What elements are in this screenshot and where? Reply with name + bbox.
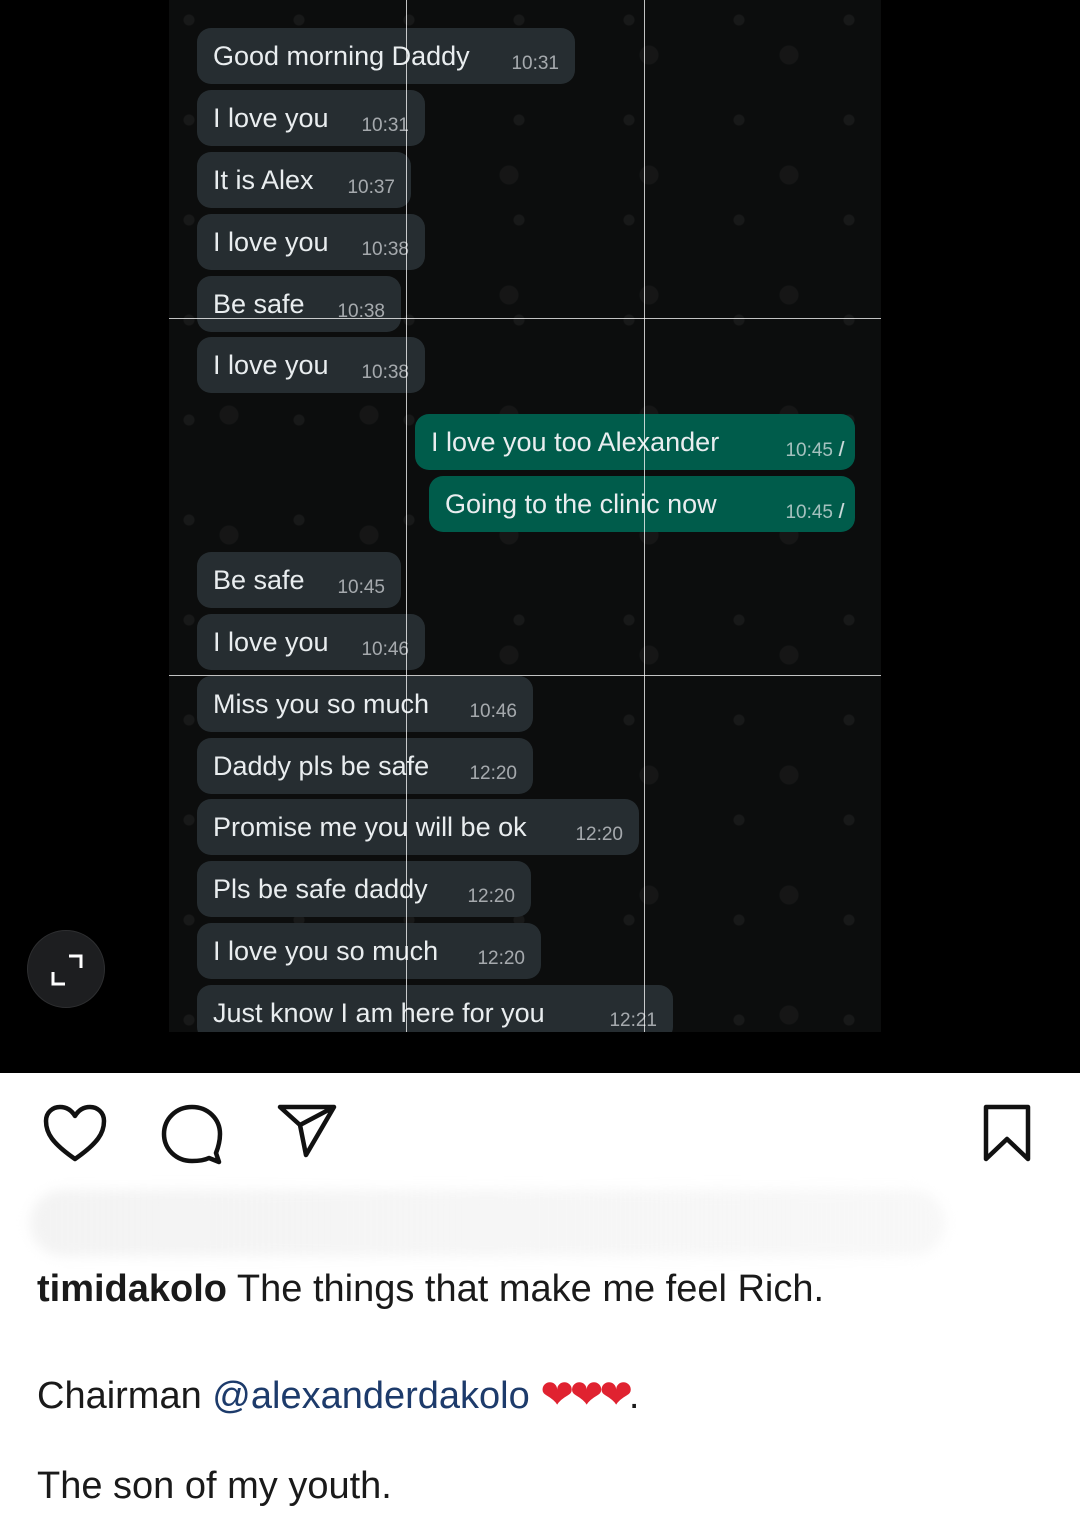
incoming-message[interactable]: Good morning Daddy 10:31 xyxy=(197,28,575,84)
message-time: 10:45// xyxy=(785,439,845,461)
message-text: Going to the clinic now xyxy=(445,489,717,519)
comment-icon[interactable] xyxy=(160,1103,224,1167)
message-text: I love you xyxy=(213,350,329,380)
message-text: I love you xyxy=(213,627,329,657)
message-time: 12:20 xyxy=(575,824,623,845)
expand-icon xyxy=(51,954,83,986)
grid-line xyxy=(169,318,881,319)
message-time: 10:38 xyxy=(337,301,385,322)
message-text: I love you xyxy=(213,103,329,133)
message-time: 10:45 xyxy=(337,577,385,598)
incoming-message[interactable]: Be safe 10:38 xyxy=(197,276,401,332)
expand-button[interactable] xyxy=(27,930,105,1008)
outgoing-message[interactable]: I love you too Alexander 10:45// xyxy=(415,414,855,470)
message-text: I love you xyxy=(213,227,329,257)
message-time: 10:31 xyxy=(511,53,559,74)
incoming-message[interactable]: Just know I am here for you 12:21 xyxy=(197,985,673,1032)
message-time: 12:20 xyxy=(469,763,517,784)
chat-screenshot: Good morning Daddy 10:31 I love you 10:31 It… xyxy=(169,0,881,1032)
message-text: It is Alex xyxy=(213,165,314,195)
message-time: 12:20 xyxy=(467,886,515,907)
incoming-message[interactable]: I love you 10:38 xyxy=(197,337,425,393)
caption-mention-link[interactable]: @alexanderdakolo xyxy=(212,1375,529,1417)
incoming-message[interactable]: Pls be safe daddy 12:20 xyxy=(197,861,531,917)
message-text: Pls be safe daddy xyxy=(213,874,428,904)
outgoing-message[interactable]: Going to the clinic now 10:45// xyxy=(429,476,855,532)
incoming-message[interactable]: I love you 10:31 xyxy=(197,90,425,146)
message-text: I love you too Alexander xyxy=(431,427,720,457)
message-text: Miss you so much xyxy=(213,689,430,719)
heart-icon[interactable] xyxy=(42,1103,108,1165)
message-time: 10:37 xyxy=(347,177,395,198)
grid-line xyxy=(406,0,407,1032)
caption-chairman: Chairman xyxy=(37,1375,202,1417)
caption-line-2: Chairman @alexanderdakolo ❤❤❤. xyxy=(37,1368,1047,1423)
message-time: 10:46 xyxy=(469,701,517,722)
action-bar xyxy=(0,1073,1080,1193)
likes-summary-blurred xyxy=(30,1190,945,1256)
incoming-message[interactable]: Promise me you will be ok 12:20 xyxy=(197,799,639,855)
caption-line-3: The son of my youth. xyxy=(37,1465,392,1507)
message-text: Just know I am here for you xyxy=(213,998,545,1028)
incoming-message[interactable]: Miss you so much 10:46 xyxy=(197,676,533,732)
caption-period: . xyxy=(628,1375,640,1417)
bookmark-icon[interactable] xyxy=(982,1103,1032,1163)
message-time: 10:38 xyxy=(361,239,409,260)
caption-text: The things that make me feel Rich. xyxy=(236,1268,825,1310)
incoming-message[interactable]: I love you so much 12:20 xyxy=(197,923,541,979)
incoming-message[interactable]: Be safe 10:45 xyxy=(197,552,401,608)
grid-line xyxy=(644,0,645,1032)
post-caption: timidakolo The things that make me feel … xyxy=(37,1262,1047,1513)
post-image[interactable]: Good morning Daddy 10:31 I love you 10:31 It… xyxy=(0,0,1080,1073)
message-text: Good morning Daddy xyxy=(213,41,470,71)
message-text: Daddy pls be safe xyxy=(213,751,430,781)
message-time: 12:21 xyxy=(609,1010,657,1031)
incoming-message[interactable]: Daddy pls be safe 12:20 xyxy=(197,738,533,794)
share-icon[interactable] xyxy=(276,1103,338,1159)
message-time: 10:31 xyxy=(361,115,409,136)
heart-emoji-icon: ❤❤❤ xyxy=(540,1373,633,1417)
incoming-message[interactable]: It is Alex 10:37 xyxy=(197,152,411,208)
message-text: Be safe xyxy=(213,289,305,319)
message-time: 10:38 xyxy=(361,362,409,383)
message-text: Be safe xyxy=(213,565,305,595)
message-text: I love you so much xyxy=(213,936,439,966)
message-text: Promise me you will be ok xyxy=(213,812,527,842)
grid-line xyxy=(169,675,881,676)
message-time: 10:46 xyxy=(361,639,409,660)
caption-line-1: timidakolo The things that make me feel … xyxy=(37,1262,1047,1316)
caption-username[interactable]: timidakolo xyxy=(37,1268,227,1310)
incoming-message[interactable]: I love you 10:46 xyxy=(197,614,425,670)
message-time: 12:20 xyxy=(477,948,525,969)
message-time: 10:45// xyxy=(785,501,845,523)
incoming-message[interactable]: I love you 10:38 xyxy=(197,214,425,270)
